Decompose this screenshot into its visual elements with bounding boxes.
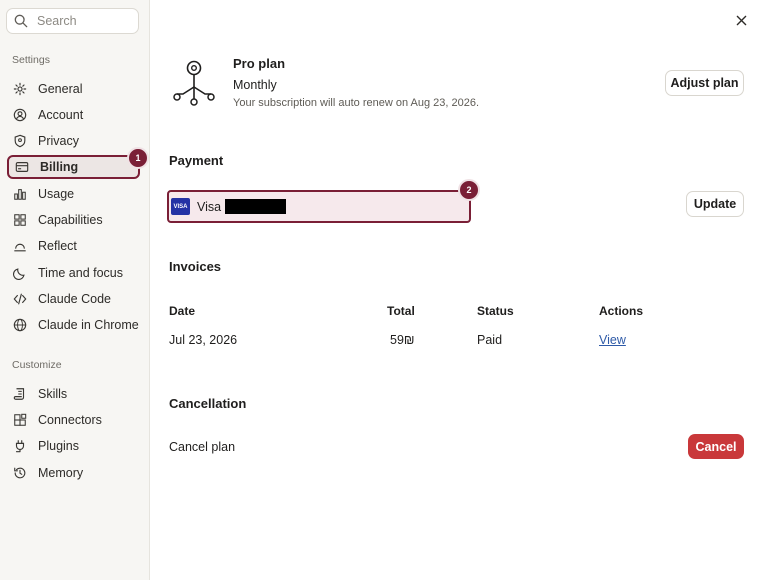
sidebar-item-label: Privacy: [38, 134, 79, 148]
sidebar-item-label: General: [38, 82, 83, 96]
plan-title: Pro plan: [233, 56, 286, 71]
column-header-date: Date: [169, 304, 196, 318]
invoice-date: Jul 23, 2026: [169, 333, 238, 347]
plan-renew-text: Your subscription will auto renew on Aug…: [233, 97, 480, 109]
annotation-badge-2: 2: [458, 179, 480, 201]
sidebar-item-label: Claude Code: [38, 292, 111, 306]
payment-heading: Payment: [169, 153, 224, 168]
sidebar-item-privacy[interactable]: Privacy: [7, 129, 140, 153]
sidebar-item-general[interactable]: General: [7, 77, 140, 101]
visa-card-icon: VISA: [171, 198, 190, 215]
settings-section-label: Settings: [12, 54, 50, 66]
sidebar-item-reflect[interactable]: Reflect: [7, 234, 140, 258]
globe-icon: [12, 317, 28, 333]
sidebar-item-label: Skills: [38, 387, 68, 401]
search-input[interactable]: Search: [6, 8, 139, 34]
moon-icon: [12, 265, 28, 281]
sidebar-item-memory[interactable]: Memory: [7, 461, 140, 485]
blocks-icon: [12, 412, 28, 428]
sidebar-item-claude-code[interactable]: Claude Code: [7, 287, 140, 311]
settings-window: Search Settings General Account Privacy: [0, 0, 771, 580]
invoices-heading: Invoices: [169, 259, 222, 274]
sidebar-item-label: Capabilities: [38, 213, 103, 227]
sidebar-item-label: Billing: [40, 160, 79, 174]
cancel-plan-button[interactable]: Cancel: [688, 434, 744, 459]
close-button[interactable]: [733, 12, 749, 28]
bar-chart-icon: [12, 186, 28, 202]
close-icon: [736, 15, 746, 25]
invoice-total: 59₪: [390, 333, 415, 347]
gear-icon: [12, 81, 28, 97]
adjust-plan-button[interactable]: Adjust plan: [665, 70, 744, 96]
user-circle-icon: [12, 107, 28, 123]
search-icon: [14, 14, 28, 28]
cancel-plan-label: Cancel plan: [169, 440, 236, 454]
view-invoice-link[interactable]: View: [599, 333, 626, 347]
column-header-total: Total: [387, 304, 415, 318]
credit-card-icon: [14, 159, 30, 175]
sidebar-item-label: Usage: [38, 187, 75, 201]
sidebar-item-label: Reflect: [38, 239, 77, 253]
sidebar-item-label: Connectors: [38, 413, 102, 427]
plug-icon: [12, 438, 28, 454]
history-icon: [12, 465, 28, 481]
code-icon: [12, 291, 28, 307]
scroll-icon: [12, 386, 28, 402]
column-header-actions: Actions: [599, 304, 644, 318]
cancellation-heading: Cancellation: [169, 396, 247, 411]
sidebar-item-time-and-focus[interactable]: Time and focus: [7, 261, 140, 285]
plan-cycle: Monthly: [233, 78, 277, 92]
redacted-card-number: [225, 199, 287, 214]
sidebar-item-label: Time and focus: [38, 266, 123, 280]
search-placeholder: Search: [37, 14, 77, 28]
customize-section-label: Customize: [12, 359, 62, 371]
sidebar-item-label: Claude in Chrome: [38, 318, 139, 332]
update-payment-button[interactable]: Update: [686, 191, 744, 217]
sidebar-item-usage[interactable]: Usage: [7, 182, 140, 206]
sidebar-item-claude-in-chrome[interactable]: Claude in Chrome: [7, 313, 140, 337]
sidebar-item-billing[interactable]: Billing: [7, 155, 140, 179]
column-header-status: Status: [477, 304, 514, 318]
grid-icon: [12, 212, 28, 228]
sidebar-item-capabilities[interactable]: Capabilities: [7, 208, 140, 232]
card-brand: Visa: [197, 199, 222, 214]
annotation-badge-1: 1: [127, 147, 149, 169]
sunrise-icon: [12, 238, 28, 254]
plan-icon: [173, 58, 215, 113]
invoice-status: Paid: [477, 333, 503, 347]
sidebar: Search Settings General Account Privacy: [0, 0, 150, 580]
sidebar-item-label: Account: [38, 108, 84, 122]
payment-method-row: VISA Visa: [167, 190, 471, 223]
sidebar-item-plugins[interactable]: Plugins: [7, 434, 140, 458]
sidebar-item-account[interactable]: Account: [7, 103, 140, 127]
sidebar-item-label: Plugins: [38, 439, 79, 453]
pro-plan-icon: [173, 60, 215, 106]
sidebar-item-connectors[interactable]: Connectors: [7, 408, 140, 432]
sidebar-item-skills[interactable]: Skills: [7, 382, 140, 406]
sidebar-item-label: Memory: [38, 466, 84, 480]
shield-icon: [12, 133, 28, 149]
